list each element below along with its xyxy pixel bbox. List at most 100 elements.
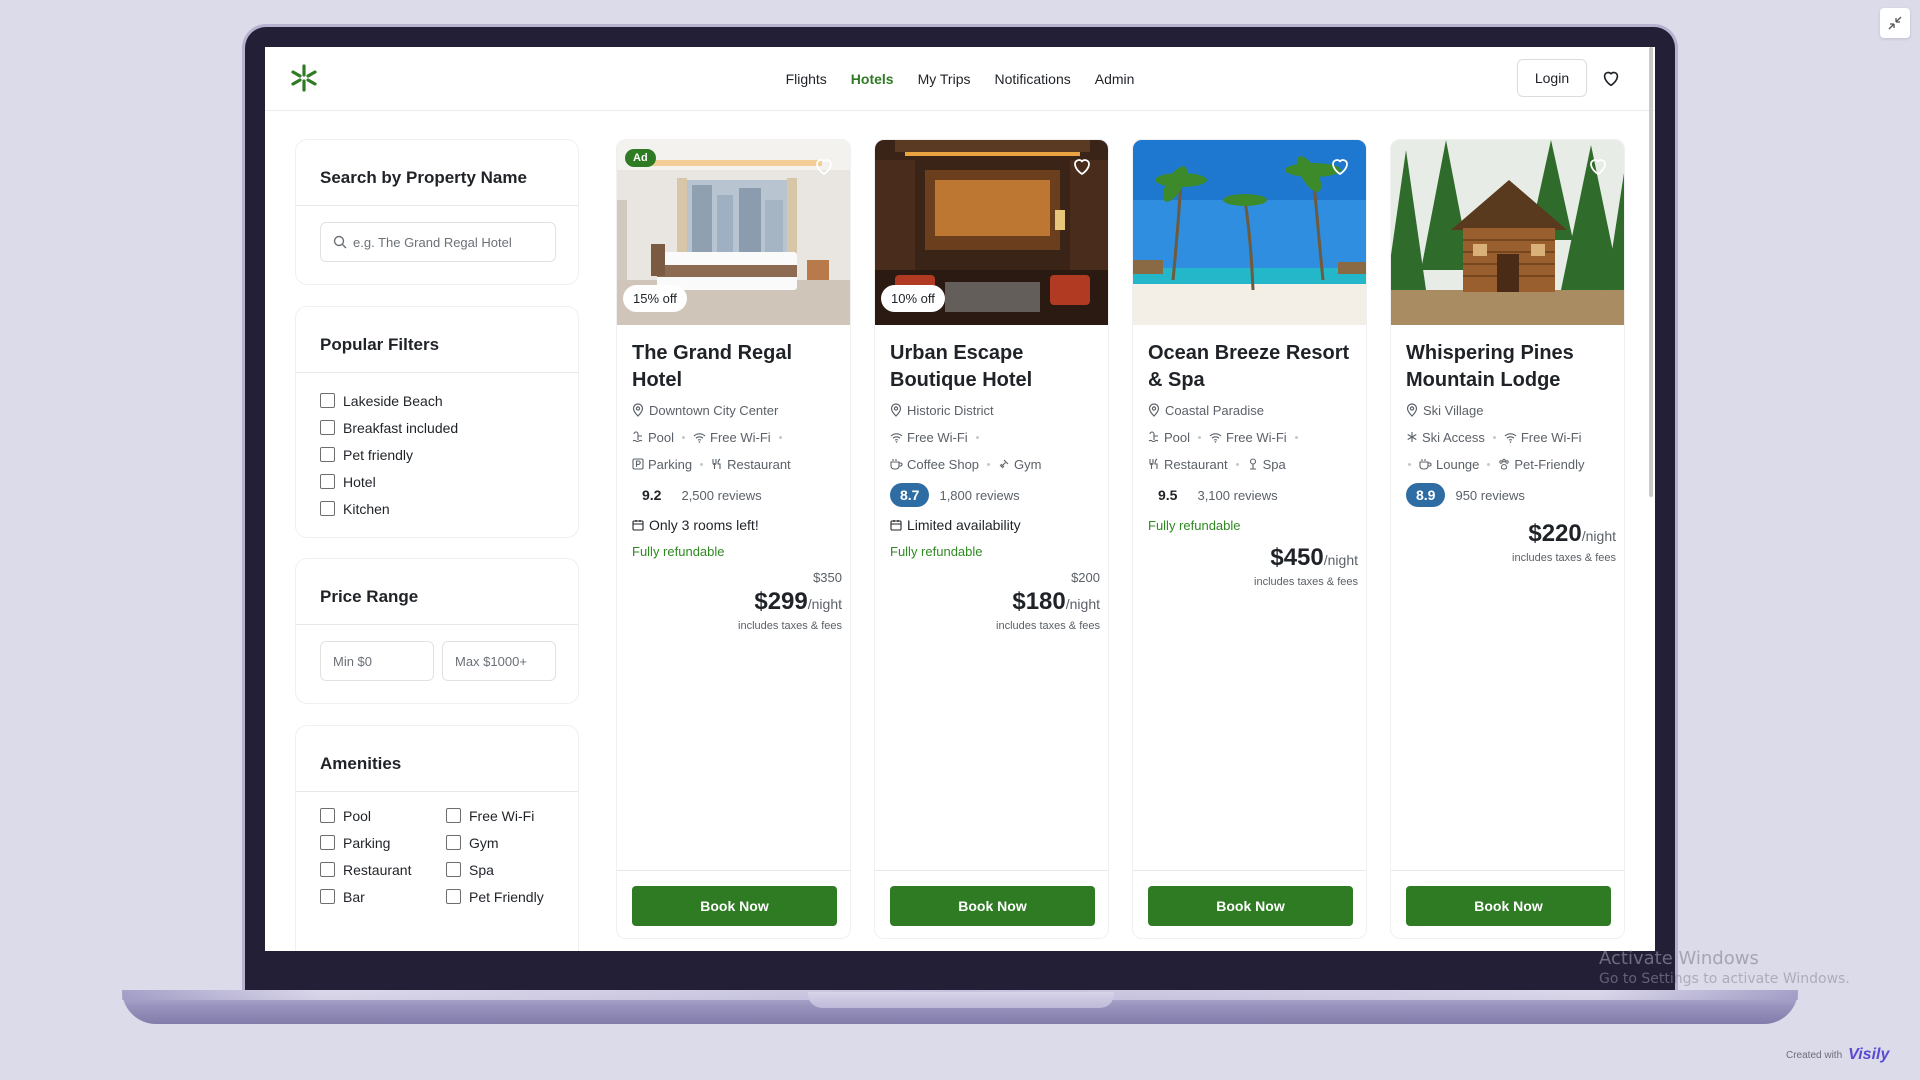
- checkbox[interactable]: [320, 835, 335, 850]
- amenity-pet-friendly[interactable]: Pet Friendly: [446, 883, 572, 910]
- nightly-price: $220: [1528, 520, 1582, 547]
- amenity-parking[interactable]: Parking: [320, 829, 446, 856]
- checkbox[interactable]: [446, 808, 461, 823]
- created-with-credit: Created with Visily: [1786, 1046, 1889, 1064]
- hotel-card[interactable]: Ad 15% off The Grand Regal Hotel Downtow…: [616, 139, 851, 939]
- property-search-input[interactable]: e.g. The Grand Regal Hotel: [320, 222, 556, 262]
- review-count[interactable]: 1,800 reviews: [939, 488, 1019, 503]
- hotel-card[interactable]: 10% off Urban Escape Boutique Hotel Hist…: [874, 139, 1109, 939]
- parking-icon: [632, 458, 644, 470]
- location-pin-icon: [632, 403, 644, 417]
- location-text: Ski Village: [1423, 402, 1484, 418]
- favorite-heart-icon[interactable]: [1586, 154, 1610, 178]
- hotel-card[interactable]: Whispering Pines Mountain Lodge Ski Vill…: [1390, 139, 1625, 939]
- amenities-row: Parking Restaurant: [632, 455, 842, 473]
- amenity-gym[interactable]: Gym: [446, 829, 572, 856]
- checkbox[interactable]: [320, 474, 335, 489]
- spa-icon: [1249, 458, 1256, 470]
- min-price-input[interactable]: Min $0: [320, 641, 434, 681]
- hotel-photo: [1391, 140, 1624, 325]
- filter-kitchen[interactable]: Kitchen: [320, 495, 578, 522]
- filter-hotel[interactable]: Hotel: [320, 468, 578, 495]
- checkbox[interactable]: [320, 420, 335, 435]
- wifi-icon: [1209, 432, 1222, 443]
- favorite-heart-icon[interactable]: [1070, 154, 1094, 178]
- login-button[interactable]: Login: [1517, 59, 1587, 97]
- amenity-label: Pet Friendly: [469, 888, 544, 905]
- book-now-button[interactable]: Book Now: [1406, 886, 1611, 926]
- review-count[interactable]: 950 reviews: [1455, 488, 1524, 503]
- rating-score: 8.7: [890, 483, 930, 507]
- checkbox[interactable]: [320, 862, 335, 877]
- checkbox[interactable]: [446, 862, 461, 877]
- wifi-icon: [1504, 432, 1517, 443]
- coffee-cup-icon: [1419, 459, 1432, 470]
- refundable-label: Fully refundable: [1148, 518, 1241, 533]
- checkbox[interactable]: [320, 501, 335, 516]
- checkbox[interactable]: [446, 889, 461, 904]
- hotel-name[interactable]: Urban Escape Boutique Hotel: [890, 340, 1100, 394]
- book-now-button[interactable]: Book Now: [1148, 886, 1353, 926]
- filter-pet-friendly[interactable]: Pet friendly: [320, 441, 578, 468]
- amenity-label: Restaurant: [343, 861, 412, 878]
- hotel-location: Historic District: [890, 401, 1100, 419]
- favorite-heart-icon[interactable]: [1328, 154, 1352, 178]
- filter-label: Hotel: [343, 473, 376, 490]
- hotel-name[interactable]: Whispering Pines Mountain Lodge: [1406, 340, 1616, 394]
- amenity-spa[interactable]: Spa: [446, 856, 572, 883]
- hotel-name[interactable]: The Grand Regal Hotel: [632, 340, 842, 394]
- checkbox[interactable]: [320, 393, 335, 408]
- review-count[interactable]: 2,500 reviews: [681, 488, 761, 503]
- favorite-heart-icon[interactable]: [812, 154, 836, 178]
- favorites-heart-icon[interactable]: [1600, 67, 1622, 89]
- hotel-card[interactable]: Ocean Breeze Resort & Spa Coastal Paradi…: [1132, 139, 1367, 939]
- hotel-location: Downtown City Center: [632, 401, 842, 419]
- ad-badge: Ad: [625, 149, 656, 167]
- checkbox[interactable]: [446, 835, 461, 850]
- popular-filters-title: Popular Filters: [296, 307, 578, 373]
- amenity-label: Gym: [469, 834, 499, 851]
- checkbox[interactable]: [320, 889, 335, 904]
- max-price-input[interactable]: Max $1000+: [442, 641, 556, 681]
- hotel-location: Ski Village: [1406, 401, 1616, 419]
- availability-text: Only 3 rooms left!: [649, 517, 759, 533]
- checkbox[interactable]: [320, 808, 335, 823]
- price-block: $350 $299/night includes taxes & fees: [632, 570, 842, 632]
- hotel-name[interactable]: Ocean Breeze Resort & Spa: [1148, 340, 1358, 394]
- price-block: $220/night includes taxes & fees: [1406, 520, 1616, 564]
- review-count[interactable]: 3,100 reviews: [1197, 488, 1277, 503]
- filter-lakeside-beach[interactable]: Lakeside Beach: [320, 387, 578, 414]
- amenity-label: Parking: [343, 834, 391, 851]
- nav-notifications[interactable]: Notifications: [994, 71, 1070, 87]
- availability-note: Only 3 rooms left!: [632, 516, 842, 534]
- amenities-row: Pool Free Wi-Fi: [632, 428, 842, 446]
- nav-hotels[interactable]: Hotels: [851, 71, 894, 87]
- location-pin-icon: [1406, 403, 1418, 417]
- rating-row: 9.2 2,500 reviews: [632, 482, 842, 508]
- rating-score: 9.5: [1158, 487, 1178, 503]
- page-scrollbar[interactable]: [1649, 47, 1653, 497]
- amenity-text: Free Wi-Fi: [710, 429, 771, 445]
- amenity-bar[interactable]: Bar: [320, 883, 446, 910]
- watermark-title: Activate Windows: [1599, 948, 1759, 969]
- nav-my-trips[interactable]: My Trips: [918, 71, 971, 87]
- nightly-price: $450: [1270, 544, 1324, 571]
- amenity-text: Free Wi-Fi: [1520, 429, 1582, 445]
- book-now-button[interactable]: Book Now: [890, 886, 1095, 926]
- amenity-text: Pet-Friendly: [1514, 456, 1585, 472]
- filter-breakfast-included[interactable]: Breakfast included: [320, 414, 578, 441]
- rating-score: 9.2: [642, 487, 662, 503]
- taxes-note: includes taxes & fees: [1254, 576, 1358, 588]
- amenity-pool[interactable]: Pool: [320, 802, 446, 829]
- collapse-button[interactable]: [1880, 8, 1910, 38]
- book-now-button[interactable]: Book Now: [632, 886, 837, 926]
- nav-flights[interactable]: Flights: [786, 71, 827, 87]
- per-night-label: /night: [1323, 552, 1358, 568]
- filter-label: Kitchen: [343, 500, 390, 517]
- checkbox[interactable]: [320, 447, 335, 462]
- nav-admin[interactable]: Admin: [1095, 71, 1135, 87]
- amenity-free-wifi[interactable]: Free Wi-Fi: [446, 802, 572, 829]
- availability-note: Limited availability: [890, 516, 1100, 534]
- amenity-text: Pool: [1164, 429, 1191, 445]
- amenity-restaurant[interactable]: Restaurant: [320, 856, 446, 883]
